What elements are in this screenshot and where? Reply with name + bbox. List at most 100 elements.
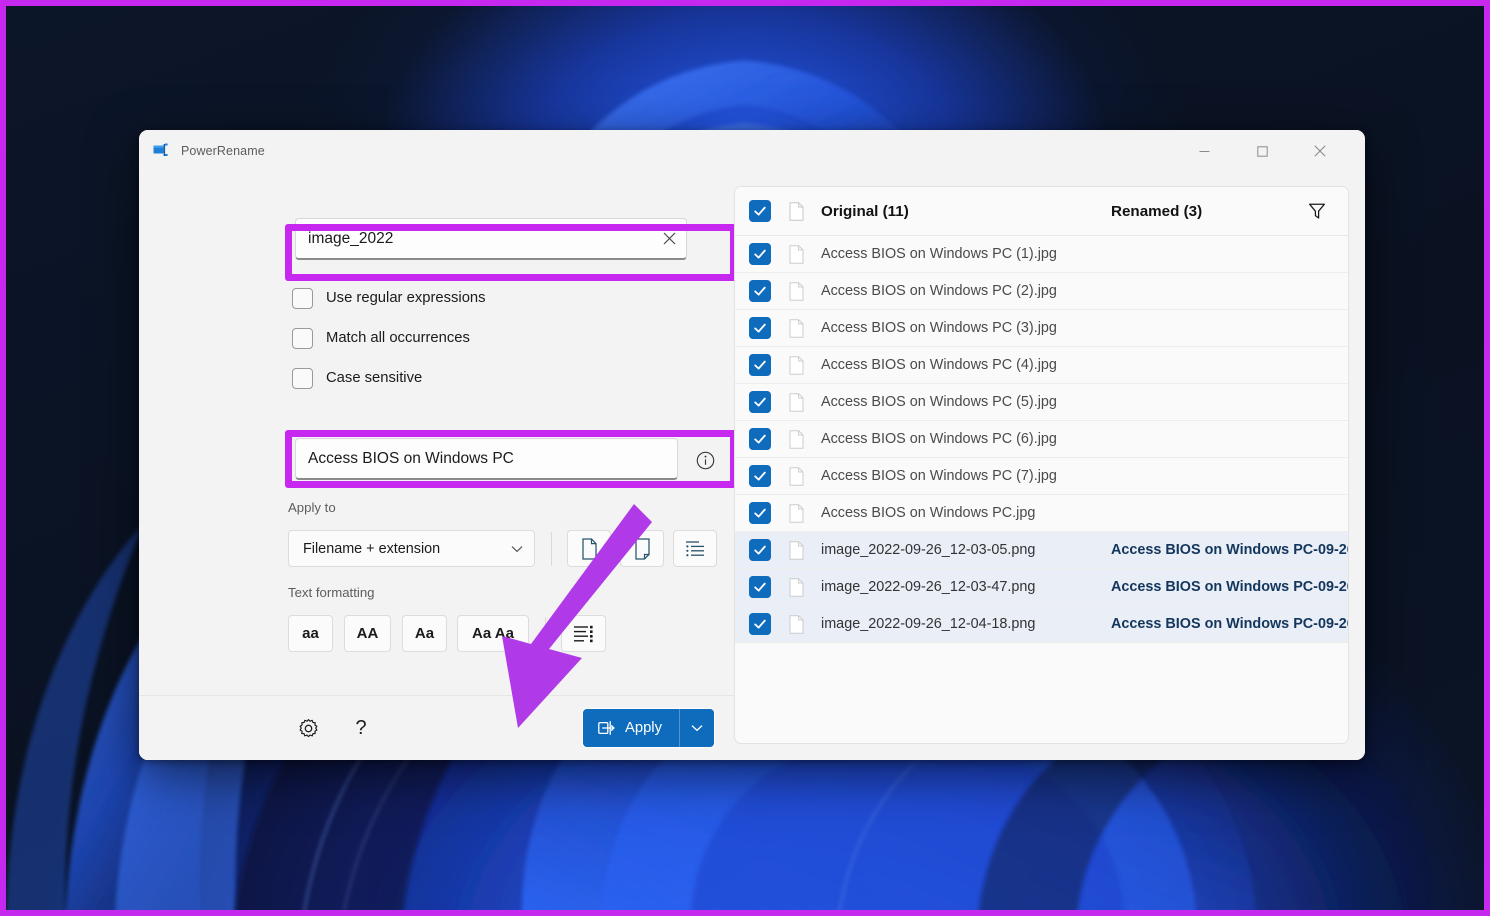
search-clear-button[interactable] bbox=[652, 219, 686, 258]
select-all-checkbox[interactable] bbox=[749, 200, 771, 222]
checkbox[interactable] bbox=[292, 287, 313, 309]
include-folders-button[interactable] bbox=[620, 530, 664, 567]
row-checkbox[interactable] bbox=[749, 243, 771, 265]
cell-original: image_2022-09-26_12-03-05.png bbox=[821, 542, 1036, 558]
titlecase-button[interactable]: Aa bbox=[402, 615, 447, 652]
cell-original: Access BIOS on Windows PC (5).jpg bbox=[821, 394, 1057, 410]
chevron-down-icon bbox=[691, 725, 703, 732]
capitalize-each-word-button[interactable]: Aa Aa bbox=[457, 615, 529, 652]
screen: PowerRename image_2022 Use regular expre… bbox=[0, 0, 1490, 916]
maximize-button[interactable] bbox=[1239, 130, 1285, 172]
apply-button-main[interactable]: Apply bbox=[582, 709, 679, 747]
apply-to-selected-value: Filename + extension bbox=[303, 540, 441, 557]
close-button[interactable] bbox=[1297, 130, 1343, 172]
file-list-header: Original (11) Renamed (3) bbox=[735, 187, 1348, 236]
table-row[interactable]: Access BIOS on Windows PC (5).jpg bbox=[735, 384, 1348, 421]
table-row[interactable]: Access BIOS on Windows PC (3).jpg bbox=[735, 310, 1348, 347]
table-row[interactable]: image_2022-09-26_12-03-05.png Access BIOS… bbox=[735, 532, 1348, 569]
file-icon bbox=[789, 503, 804, 523]
enumerate-icon bbox=[574, 625, 593, 642]
row-checkbox[interactable] bbox=[749, 502, 771, 524]
table-row[interactable]: Access BIOS on Windows PC (2).jpg bbox=[735, 273, 1348, 310]
filter-button[interactable] bbox=[1304, 198, 1330, 224]
file-icon bbox=[789, 201, 804, 221]
uppercase-button[interactable]: AA bbox=[344, 615, 391, 652]
file-icon bbox=[789, 540, 804, 560]
table-row[interactable]: Access BIOS on Windows PC (6).jpg bbox=[735, 421, 1348, 458]
row-checkbox[interactable] bbox=[749, 576, 771, 598]
row-checkbox[interactable] bbox=[749, 354, 771, 376]
apply-dropdown-button[interactable] bbox=[679, 709, 714, 747]
cell-renamed: Access BIOS on Windows PC-09-26_12-03-05… bbox=[1111, 542, 1348, 558]
file-icon bbox=[789, 392, 804, 412]
include-subfolders-button[interactable] bbox=[673, 530, 717, 567]
cell-original: Access BIOS on Windows PC (1).jpg bbox=[821, 246, 1057, 262]
file-icon bbox=[789, 614, 804, 634]
uppercase-button-label: AA bbox=[356, 625, 379, 642]
row-checkbox[interactable] bbox=[749, 391, 771, 413]
file-list-rows: Access BIOS on Windows PC (1).jpg Access … bbox=[735, 236, 1348, 643]
row-checkbox[interactable] bbox=[749, 428, 771, 450]
search-input-value: image_2022 bbox=[308, 229, 394, 247]
row-checkbox[interactable] bbox=[749, 280, 771, 302]
settings-button[interactable] bbox=[289, 709, 327, 747]
replace-input-value: Access BIOS on Windows PC bbox=[308, 449, 514, 467]
table-row[interactable]: image_2022-09-26_12-03-47.png Access BIOS… bbox=[735, 569, 1348, 606]
file-list-pane: Original (11) Renamed (3) Access BIOS on… bbox=[734, 172, 1365, 760]
table-row[interactable]: Access BIOS on Windows PC (4).jpg bbox=[735, 347, 1348, 384]
cell-original: Access BIOS on Windows PC (3).jpg bbox=[821, 320, 1057, 336]
row-checkbox[interactable] bbox=[749, 317, 771, 339]
include-files-button[interactable] bbox=[567, 530, 611, 567]
option-label: Case sensitive bbox=[326, 370, 423, 386]
row-checkbox[interactable] bbox=[749, 465, 771, 487]
table-row[interactable]: image_2022-09-26_12-04-18.png Access BIOS… bbox=[735, 606, 1348, 643]
info-icon[interactable] bbox=[692, 447, 718, 473]
cell-original: image_2022-09-26_12-04-18.png bbox=[821, 616, 1036, 632]
window-title: PowerRename bbox=[181, 144, 265, 158]
lowercase-button[interactable]: aa bbox=[288, 615, 333, 652]
option-case-sensitive[interactable]: Case sensitive bbox=[292, 366, 422, 390]
lowercase-button-label: aa bbox=[302, 625, 319, 642]
replace-input[interactable]: Access BIOS on Windows PC bbox=[295, 438, 678, 480]
cell-original: Access BIOS on Windows PC (6).jpg bbox=[821, 431, 1057, 447]
file-icon bbox=[789, 281, 804, 301]
capitalize-button-label: Aa Aa bbox=[472, 625, 514, 642]
minimize-button[interactable] bbox=[1181, 130, 1227, 172]
row-checkbox[interactable] bbox=[749, 539, 771, 561]
filter-funnel-icon bbox=[1308, 203, 1326, 219]
bottom-bar: ? Apply bbox=[139, 695, 734, 760]
cell-renamed: Access BIOS on Windows PC-09-26_12-03-47… bbox=[1111, 579, 1348, 595]
options-pane: image_2022 Use regular expressions Match… bbox=[139, 172, 737, 760]
rename-icon bbox=[598, 721, 615, 735]
cell-original: Access BIOS on Windows PC (7).jpg bbox=[821, 468, 1057, 484]
gear-icon bbox=[299, 718, 317, 737]
option-label: Match all occurrences bbox=[326, 330, 470, 346]
enumerate-items-button[interactable] bbox=[561, 615, 606, 652]
apply-button[interactable]: Apply bbox=[582, 709, 714, 747]
file-list-card: Original (11) Renamed (3) Access BIOS on… bbox=[734, 186, 1349, 744]
file-icon bbox=[789, 577, 804, 597]
checkbox[interactable] bbox=[292, 327, 313, 349]
divider bbox=[551, 532, 552, 566]
cell-renamed: Access BIOS on Windows PC-09-26_12-04-18… bbox=[1111, 616, 1348, 632]
table-row[interactable]: Access BIOS on Windows PC (1).jpg bbox=[735, 236, 1348, 273]
checkbox[interactable] bbox=[292, 367, 313, 389]
apply-to-select[interactable]: Filename + extension bbox=[288, 530, 535, 567]
file-icon bbox=[789, 429, 804, 449]
row-checkbox[interactable] bbox=[749, 613, 771, 635]
option-label: Use regular expressions bbox=[326, 290, 486, 306]
file-icon bbox=[789, 318, 804, 338]
file-icon bbox=[789, 466, 804, 486]
column-header-original: Original (11) bbox=[821, 202, 909, 220]
help-button[interactable]: ? bbox=[342, 709, 380, 747]
search-input[interactable]: image_2022 bbox=[295, 218, 687, 260]
option-match-all-occurrences[interactable]: Match all occurrences bbox=[292, 326, 470, 350]
table-row[interactable]: Access BIOS on Windows PC.jpg bbox=[735, 495, 1348, 532]
table-row[interactable]: Access BIOS on Windows PC (7).jpg bbox=[735, 458, 1348, 495]
powerrename-window: PowerRename image_2022 Use regular expre… bbox=[139, 130, 1365, 760]
cell-original: image_2022-09-26_12-03-47.png bbox=[821, 579, 1036, 595]
option-use-regex[interactable]: Use regular expressions bbox=[292, 286, 486, 310]
cell-original: Access BIOS on Windows PC.jpg bbox=[821, 505, 1036, 521]
cell-original: Access BIOS on Windows PC (4).jpg bbox=[821, 357, 1057, 373]
chevron-down-icon bbox=[511, 540, 523, 558]
